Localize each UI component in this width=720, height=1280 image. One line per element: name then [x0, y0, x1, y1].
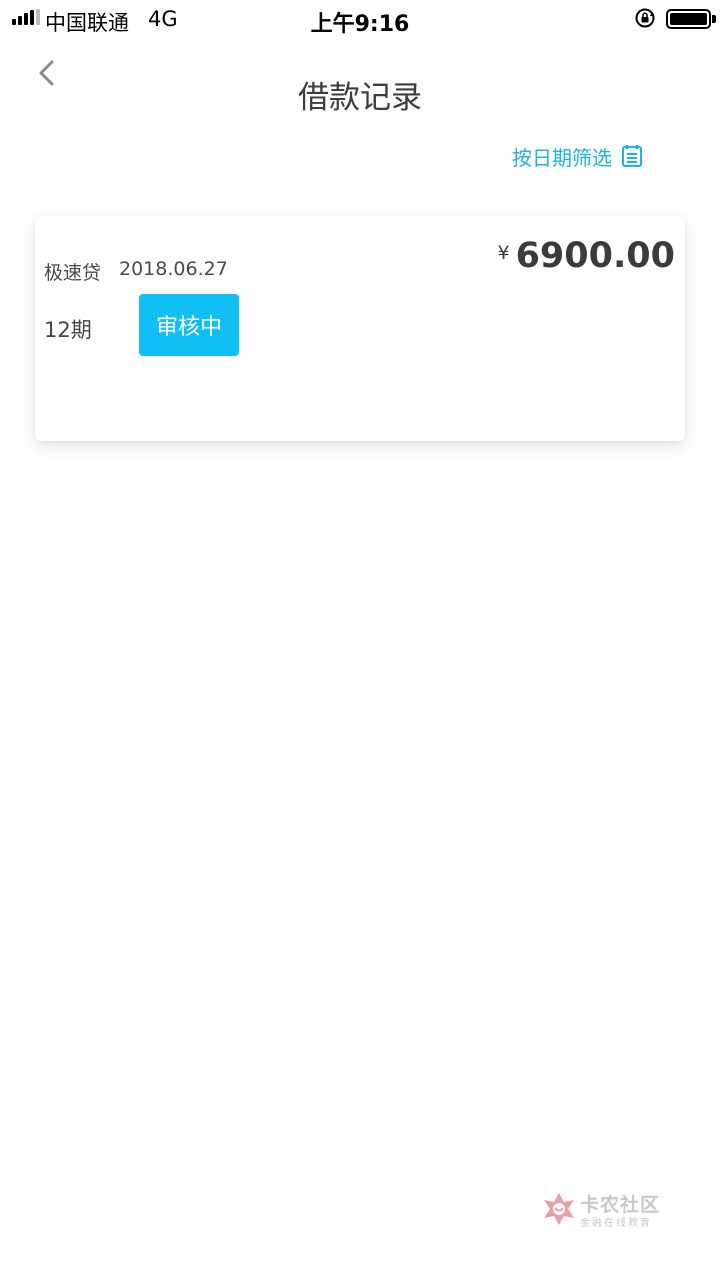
- watermark-title: 卡农社区: [580, 1194, 661, 1216]
- rotation-lock-icon: [635, 8, 655, 28]
- battery-icon: [666, 9, 711, 29]
- status-badge: 审核中: [139, 294, 239, 356]
- currency-symbol: ¥: [497, 242, 510, 264]
- watermark: 卡农社区 金融在线教育: [538, 1188, 678, 1232]
- watermark-subtitle: 金融在线教育: [580, 1218, 652, 1229]
- calendar-icon: [622, 145, 642, 167]
- loan-product-name: 极速贷: [44, 262, 102, 284]
- kanong-logo-icon: [544, 1193, 574, 1225]
- battery-cap: [712, 15, 716, 23]
- status-bar: 中国联通 4G 上午9:16: [0, 0, 720, 40]
- loan-date: 2018.06.27: [119, 258, 228, 280]
- page-title: 借款记录: [298, 80, 422, 116]
- date-filter-button[interactable]: 按日期筛选: [512, 141, 643, 171]
- loan-term: 12期: [44, 318, 92, 342]
- date-filter-label: 按日期筛选: [512, 145, 612, 170]
- clock: 上午9:16: [310, 12, 410, 37]
- amount-value: 6900.00: [515, 236, 675, 276]
- screen: 中国联通 4G 上午9:16 借款记录 按日期筛选 极速贷 2018.06.27…: [0, 0, 720, 1280]
- loan-record-card[interactable]: 极速贷 2018.06.27 ¥ 6900.00 12期 审核中: [35, 216, 685, 441]
- loan-amount: ¥ 6900.00: [497, 236, 675, 276]
